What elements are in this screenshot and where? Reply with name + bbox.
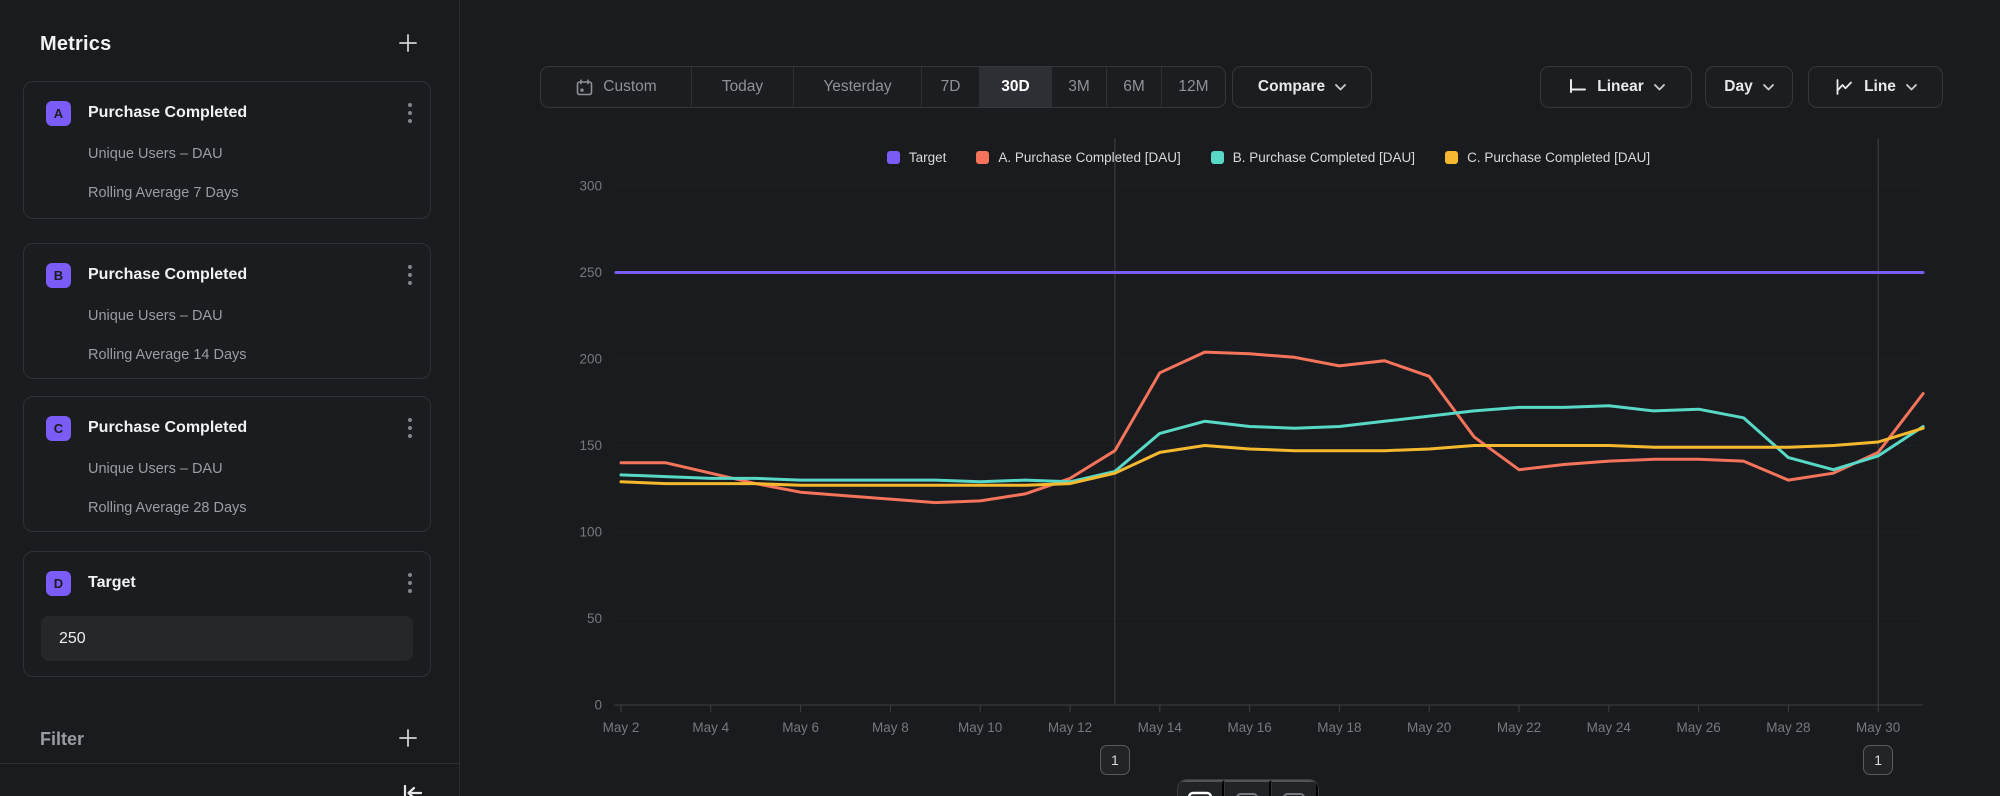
sidebar-title: Metrics	[40, 33, 111, 56]
svg-text:May 14: May 14	[1138, 720, 1183, 735]
kebab-icon	[408, 265, 412, 285]
metric-transform: Rolling Average 28 Days	[88, 500, 247, 516]
metric-transform: Rolling Average 7 Days	[88, 185, 238, 201]
line-chart[interactable]: 0 50 100 150 200 250 300 May 2 May 4 May 6 May 8 Ma…	[460, 0, 2000, 796]
svg-text:250: 250	[579, 265, 602, 280]
metric-card-c-header: C Purchase Completed	[46, 415, 416, 441]
svg-text:May 2: May 2	[603, 720, 640, 735]
bar-style-icon	[1234, 790, 1260, 796]
metric-title: Purchase Completed	[88, 266, 404, 284]
svg-text:May 8: May 8	[872, 720, 909, 735]
kebab-icon	[408, 103, 412, 123]
svg-text:May 10: May 10	[958, 720, 1002, 735]
target-card[interactable]: D Target	[23, 551, 431, 677]
metric-measure: Unique Users – DAU	[88, 146, 223, 162]
chart-style-toggle	[1177, 779, 1319, 796]
svg-text:May 4: May 4	[692, 720, 729, 735]
svg-text:May 12: May 12	[1048, 720, 1092, 735]
plus-icon	[397, 32, 419, 57]
metric-menu-button[interactable]	[404, 261, 416, 289]
target-value-input[interactable]	[41, 616, 413, 661]
svg-text:300: 300	[579, 179, 602, 194]
kebab-icon	[408, 573, 412, 593]
line-style-icon	[1187, 790, 1213, 796]
svg-text:May 30: May 30	[1856, 720, 1900, 735]
metric-menu-button[interactable]	[404, 99, 416, 127]
filter-title: Filter	[40, 729, 84, 750]
svg-text:May 18: May 18	[1317, 720, 1361, 735]
collapse-sidebar-button[interactable]	[395, 776, 429, 796]
metric-measure: Unique Users – DAU	[88, 461, 223, 477]
metric-card-b-header: B Purchase Completed	[46, 262, 416, 288]
add-filter-button[interactable]	[393, 723, 423, 756]
annotation-badge[interactable]: 1	[1863, 745, 1893, 775]
svg-text:May 16: May 16	[1227, 720, 1271, 735]
svg-text:May 22: May 22	[1497, 720, 1541, 735]
metric-badge-b: B	[46, 263, 71, 288]
metric-transform: Rolling Average 14 Days	[88, 347, 247, 363]
target-menu-button[interactable]	[404, 569, 416, 597]
svg-text:0: 0	[594, 698, 602, 713]
metric-card-a-header: A Purchase Completed	[46, 100, 416, 126]
chart-style-area-button[interactable]	[1271, 780, 1318, 796]
metric-measure: Unique Users – DAU	[88, 308, 223, 324]
metric-menu-button[interactable]	[404, 414, 416, 442]
app-root: Metrics A Purchase Completed Unique User…	[0, 0, 2000, 796]
kebab-icon	[408, 418, 412, 438]
svg-text:May 6: May 6	[782, 720, 819, 735]
metric-badge-c: C	[46, 416, 71, 441]
svg-text:100: 100	[579, 525, 602, 540]
metric-card-b[interactable]: B Purchase Completed Unique Users – DAU …	[23, 243, 431, 379]
metric-card-a[interactable]: A Purchase Completed Unique Users – DAU …	[23, 81, 431, 219]
svg-text:200: 200	[579, 352, 602, 367]
chart-panel: Custom Today Yesterday 7D 30D 3M 6M 12M …	[460, 0, 2000, 796]
metric-card-c[interactable]: C Purchase Completed Unique Users – DAU …	[23, 396, 431, 532]
chart-style-line-button[interactable]	[1178, 780, 1224, 796]
annotation-badge[interactable]: 1	[1100, 745, 1130, 775]
metric-title: Purchase Completed	[88, 104, 404, 122]
sidebar-header: Metrics	[40, 28, 423, 60]
metric-badge-a: A	[46, 101, 71, 126]
svg-text:150: 150	[579, 438, 602, 453]
metric-badge-d: D	[46, 571, 71, 596]
target-title: Target	[88, 574, 404, 592]
target-card-header: D Target	[46, 570, 416, 596]
area-style-icon	[1281, 790, 1307, 796]
metric-title: Purchase Completed	[88, 419, 404, 437]
chart-style-bar-button[interactable]	[1224, 780, 1271, 796]
add-metric-button[interactable]	[393, 28, 423, 61]
svg-text:May 20: May 20	[1407, 720, 1451, 735]
svg-text:May 26: May 26	[1676, 720, 1720, 735]
sidebar-footer-divider	[0, 763, 459, 764]
plus-icon	[397, 727, 419, 752]
collapse-left-icon	[399, 780, 425, 796]
svg-text:May 24: May 24	[1587, 720, 1632, 735]
metrics-sidebar: Metrics A Purchase Completed Unique User…	[0, 0, 460, 796]
filter-section: Filter	[40, 722, 423, 756]
svg-text:May 28: May 28	[1766, 720, 1810, 735]
svg-text:50: 50	[587, 611, 602, 626]
